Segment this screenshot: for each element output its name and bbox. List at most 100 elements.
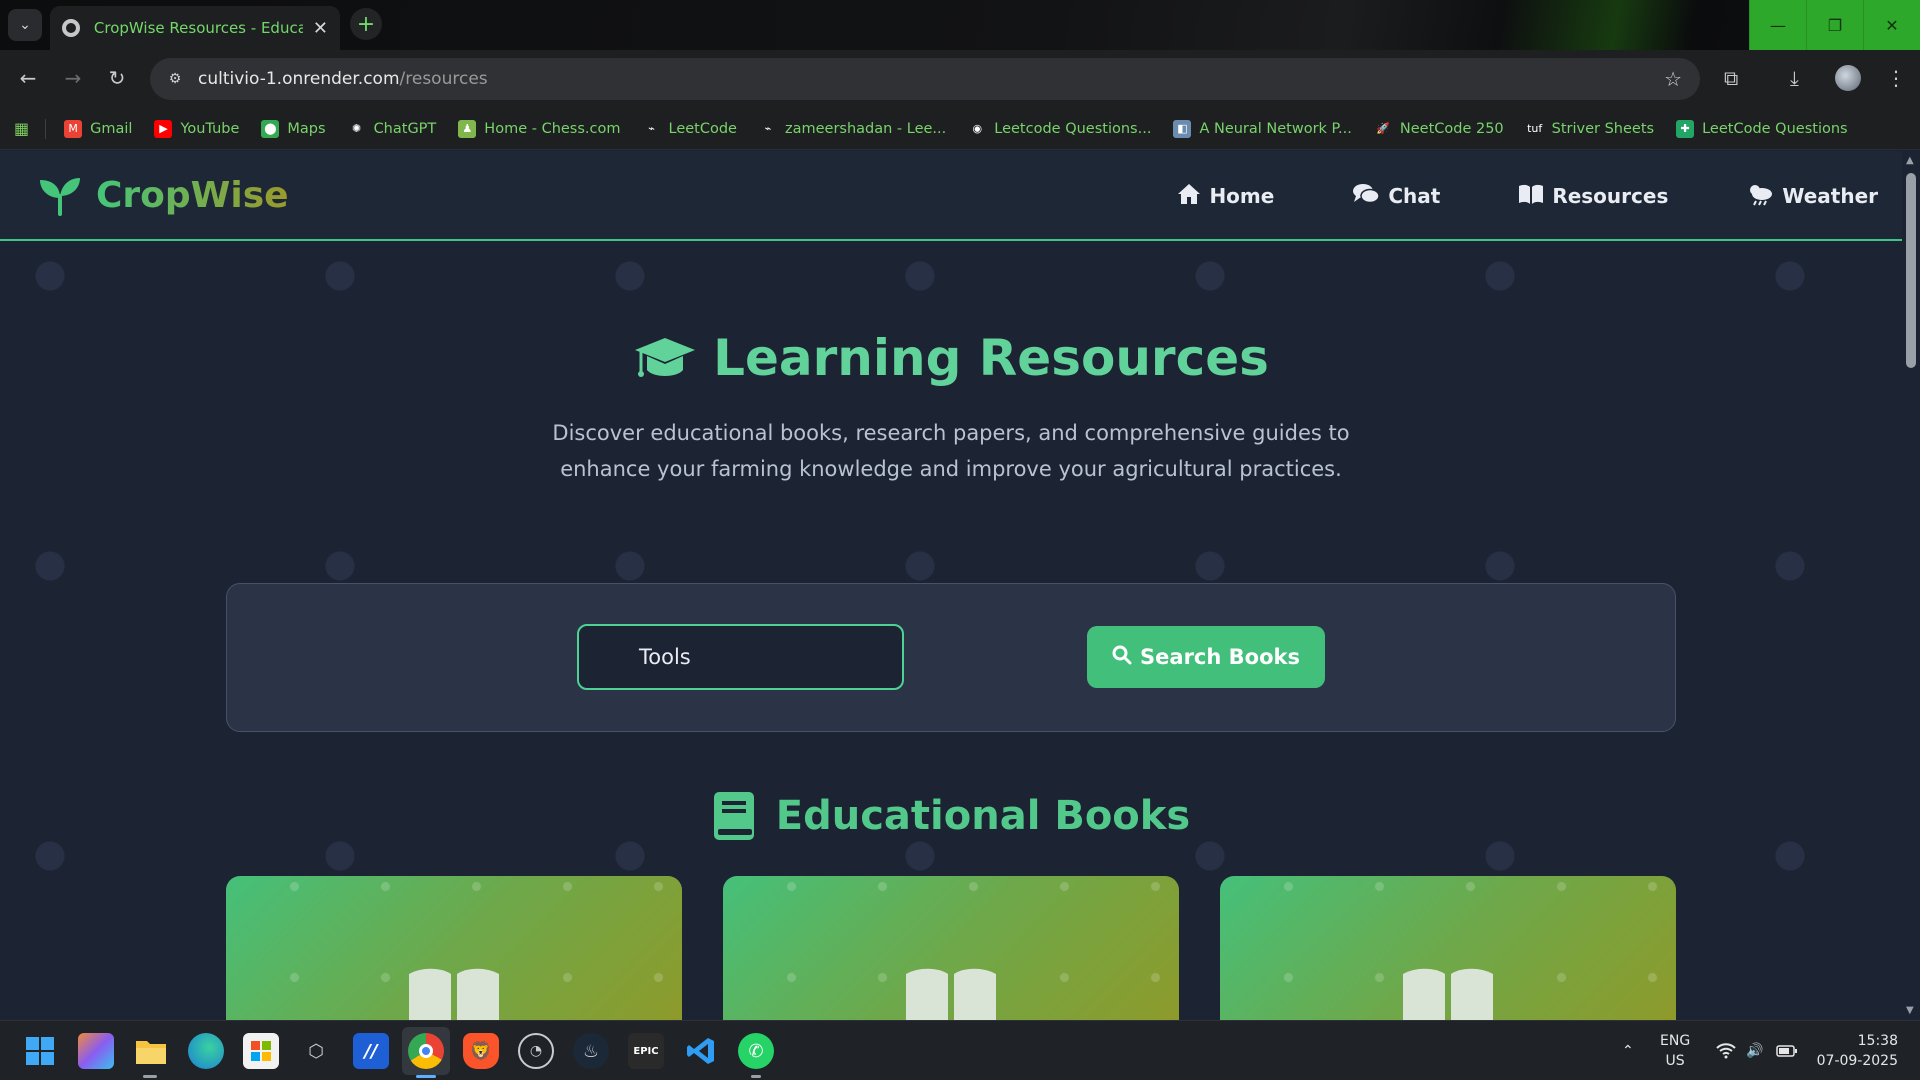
bookmark-star-icon[interactable]: ☆ [1664, 67, 1682, 91]
nav-weather-link[interactable]: Weather [1746, 182, 1878, 211]
book-card[interactable] [723, 876, 1179, 1020]
download-icon[interactable]: ⤓ [1790, 66, 1799, 90]
restore-button[interactable]: ❐ [1806, 0, 1863, 50]
page-scrollbar[interactable]: ▲ ▼ [1902, 151, 1920, 1020]
globe-icon [62, 19, 80, 37]
search-books-label: Search Books [1140, 645, 1300, 669]
search-books-button[interactable]: Search Books [1087, 626, 1325, 688]
vscode-icon[interactable] [683, 1033, 719, 1069]
book-open-icon [1518, 183, 1544, 210]
address-bar[interactable]: ⚙ cultivio-1.onrender.com/resources ☆ [150, 58, 1700, 100]
bookmark-item[interactable]: ▶ YouTube [154, 119, 240, 138]
book-card[interactable] [1220, 876, 1676, 1020]
bookmark-label: LeetCode Questions [1702, 120, 1848, 137]
windows-taskbar: ⬡ // 🦁 ◔ ♨ EPIC ✆ ⌃ ENG US 🔊 15:38 07-09… [0, 1020, 1920, 1080]
close-window-button[interactable]: ✕ [1863, 0, 1920, 50]
vs-app-icon[interactable]: // [353, 1033, 389, 1069]
bookmark-favicon-icon: 🚀 [1373, 119, 1392, 138]
bookmark-label: Striver Sheets [1551, 120, 1655, 137]
bookmark-item[interactable]: ♟ Home - Chess.com [458, 119, 621, 138]
bookmark-item[interactable]: ✚ LeetCode Questions [1676, 119, 1848, 138]
bookmark-item[interactable]: ✺ ChatGPT [347, 119, 436, 138]
bookmark-favicon-icon: ◉ [968, 119, 987, 138]
bookmark-favicon-icon: ✺ [347, 119, 366, 138]
apps-grid-icon[interactable]: ▦ [14, 119, 29, 138]
region-code: US [1665, 1053, 1685, 1069]
search-input[interactable]: Tools [577, 624, 904, 690]
epic-games-icon[interactable]: EPIC [628, 1033, 664, 1069]
copilot-icon[interactable] [78, 1033, 114, 1069]
nav-home-link[interactable]: Home [1177, 183, 1274, 210]
tab-close-icon[interactable]: ✕ [313, 18, 328, 39]
chrome-running-indicator [416, 1075, 436, 1078]
bookmark-item[interactable]: ◧ A Neural Network P... [1173, 119, 1352, 138]
nav-chat-link[interactable]: Chat [1352, 183, 1440, 210]
open-book-icon [906, 968, 996, 1020]
brave-icon[interactable]: 🦁 [463, 1033, 499, 1069]
browser-tab-active[interactable]: CropWise Resources - Educatio ✕ [50, 6, 340, 50]
extensions-icon[interactable]: ⧉ [1724, 66, 1738, 90]
obs-icon[interactable]: ◔ [518, 1033, 554, 1069]
chrome-icon[interactable] [408, 1033, 444, 1069]
tray-overflow-icon[interactable]: ⌃ [1622, 1021, 1634, 1080]
volume-icon[interactable]: 🔊 [1746, 1021, 1763, 1080]
scroll-down-icon[interactable]: ▼ [1906, 1005, 1914, 1016]
tab-title: CropWise Resources - Educatio [93, 19, 303, 37]
brand-logo[interactable]: CropWise [38, 175, 289, 216]
bookmark-item[interactable]: ⌁ zameershadan - Lee... [758, 119, 946, 138]
bookmark-label: YouTube [180, 120, 240, 137]
bookmark-favicon-icon: ✚ [1676, 119, 1695, 138]
bookmark-item[interactable]: tuf Striver Sheets [1525, 119, 1655, 138]
brand-name: CropWise [96, 175, 289, 216]
back-icon[interactable]: ← [15, 66, 41, 90]
url-path: /resources [399, 69, 488, 89]
scroll-up-icon[interactable]: ▲ [1906, 155, 1914, 166]
profile-avatar[interactable] [1835, 65, 1861, 91]
bookmark-item[interactable]: ⬤ Maps [261, 119, 326, 138]
bookmark-item[interactable]: 🚀 NeetCode 250 [1373, 119, 1504, 138]
bookmark-item[interactable]: ⌁ LeetCode [642, 119, 737, 138]
bookmark-favicon-icon: M [64, 119, 83, 138]
file-explorer-icon[interactable] [133, 1033, 169, 1069]
edge-icon[interactable] [188, 1033, 224, 1069]
page-subtitle: Discover educational books, research pap… [0, 415, 1902, 487]
site-info-icon[interactable]: ⚙ [164, 68, 186, 90]
bookmark-label: NeetCode 250 [1399, 120, 1504, 137]
bookmark-item[interactable]: M Gmail [64, 119, 132, 138]
book-card[interactable] [226, 876, 682, 1020]
whatsapp-icon[interactable]: ✆ [738, 1033, 774, 1069]
scrollbar-thumb[interactable] [1906, 173, 1916, 368]
language-indicator[interactable]: ENG US [1660, 1031, 1690, 1071]
forward-icon[interactable]: → [60, 66, 86, 90]
sprout-icon [40, 177, 80, 216]
nav-chat-label: Chat [1388, 184, 1441, 208]
reload-icon[interactable]: ↻ [104, 66, 130, 90]
bookmark-item[interactable]: ◉ Leetcode Questions... [968, 119, 1152, 138]
wifi-icon[interactable] [1716, 1021, 1736, 1080]
bookmark-label: Leetcode Questions... [994, 120, 1152, 137]
home-icon [1177, 183, 1201, 210]
clock-date: 07-09-2025 [1816, 1053, 1898, 1069]
bookmarks-bar: ▦ M Gmail ▶ YouTube ⬤ Maps ✺ ChatGPT ♟ Home - Che… [0, 108, 1920, 150]
section-title-text: Educational Books [775, 793, 1191, 839]
menu-icon[interactable]: ⋮ [1886, 66, 1906, 90]
windows-start-icon[interactable] [22, 1033, 58, 1069]
microsoft-store-icon[interactable] [243, 1033, 279, 1069]
new-tab-button[interactable]: + [350, 8, 382, 40]
steam-icon[interactable]: ♨ [573, 1033, 609, 1069]
bookmark-label: Maps [287, 120, 326, 137]
tab-search-dropdown-icon[interactable]: ⌄ [8, 9, 42, 41]
page-viewport: CropWise Home Chat Resources Weather Lea… [0, 151, 1902, 1020]
search-panel: Tools Search Books [226, 583, 1676, 732]
bookmark-favicon-icon: ⌁ [758, 119, 777, 138]
system-clock[interactable]: 15:38 07-09-2025 [1817, 1031, 1898, 1071]
nav-resources-link[interactable]: Resources [1518, 183, 1668, 210]
page-subtitle-line-2: enhance your farming knowledge and impro… [560, 457, 1342, 481]
bookmark-label: LeetCode [668, 120, 737, 137]
unity-icon[interactable]: ⬡ [298, 1033, 334, 1069]
whatsapp-running-indicator [751, 1075, 761, 1078]
page-title: Learning Resources [0, 329, 1902, 387]
battery-icon[interactable] [1776, 1021, 1798, 1080]
minimize-button[interactable]: — [1749, 0, 1806, 50]
bookmark-favicon-icon: ⌁ [642, 119, 661, 138]
